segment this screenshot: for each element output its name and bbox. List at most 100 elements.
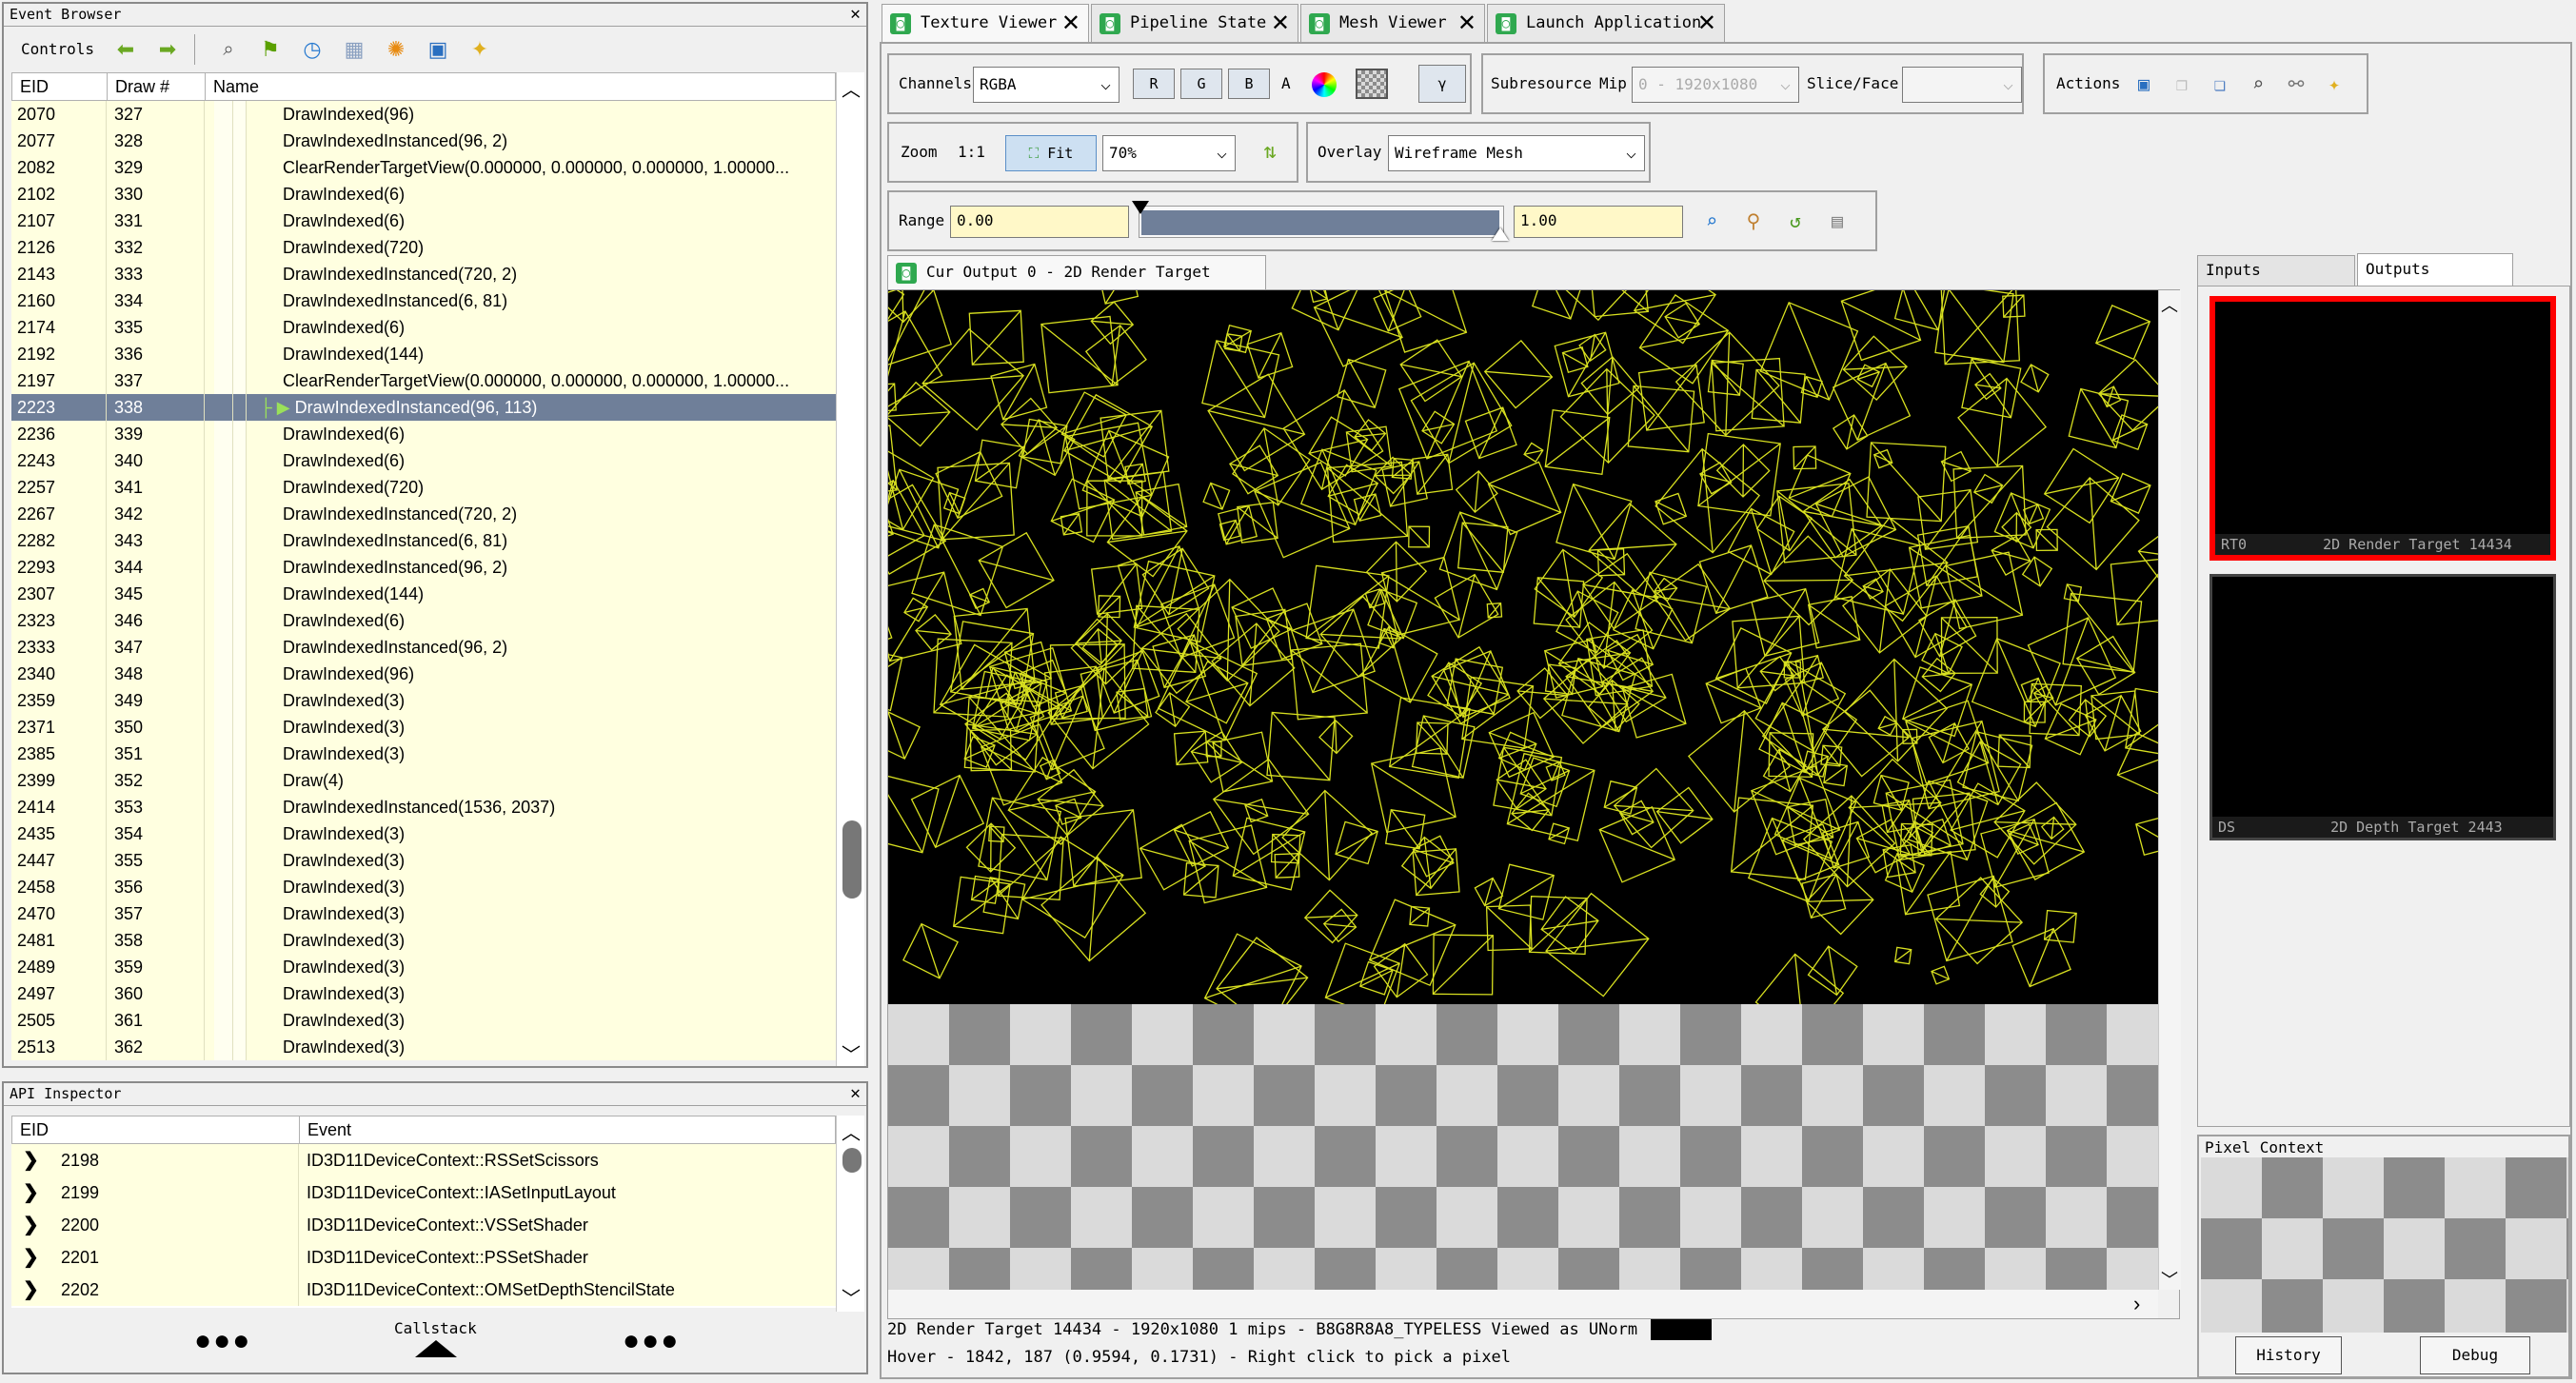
close-icon[interactable]: ✕ (850, 5, 861, 24)
table-row[interactable]: 2174 335 DrawIndexed(6) (11, 314, 836, 341)
tab-pipeline-state[interactable]: ◙ Pipeline State ✕ (1091, 4, 1298, 42)
channels-select[interactable]: RGBA ⌵ (973, 67, 1120, 103)
blue-channel-toggle[interactable]: B (1228, 69, 1270, 99)
rt0-thumbnail[interactable]: RT0 2D Render Target 14434 (2209, 296, 2556, 561)
timer-clock-icon[interactable]: ◷ (295, 32, 329, 67)
table-row[interactable]: 2282 343 DrawIndexedInstanced(6, 81) (11, 527, 836, 554)
scroll-up-icon[interactable]: ︿ (842, 1117, 861, 1145)
table-row[interactable]: ❯ 2200 ID3D11DeviceContext::VSSetShader (11, 1209, 836, 1241)
table-row[interactable]: 2458 356 DrawIndexed(3) (11, 874, 836, 900)
api-event-column-header[interactable]: Event (300, 1116, 835, 1143)
link-icon[interactable]: ⚯ (2279, 67, 2313, 101)
table-row[interactable]: 2505 361 DrawIndexed(3) (11, 1007, 836, 1034)
table-row[interactable]: 2070 327 DrawIndexed(96) (11, 101, 836, 128)
table-row[interactable]: 2323 346 DrawIndexed(6) (11, 607, 836, 634)
api-eid-column-header[interactable]: EID (12, 1116, 300, 1143)
color-wheel-icon[interactable] (1312, 72, 1337, 97)
table-row[interactable]: ❯ 2202 ID3D11DeviceContext::OMSetDepthSten… (11, 1274, 836, 1306)
close-icon[interactable]: ✕ (1457, 5, 1476, 41)
eid-column-header[interactable]: EID (12, 73, 108, 100)
zoom-magnifier-icon[interactable]: ⌕ (1694, 204, 1729, 238)
save-disk-icon[interactable]: ▣ (2127, 67, 2161, 101)
range-max-handle[interactable] (1492, 227, 1509, 241)
table-row[interactable]: 2447 355 DrawIndexed(3) (11, 847, 836, 874)
scroll-right-icon[interactable]: › (2133, 1292, 2140, 1316)
bookmark-flag-icon[interactable]: ⚑ (253, 32, 287, 67)
checkerboard-icon[interactable] (1356, 69, 1388, 99)
open-file-icon[interactable]: ❏ (2203, 67, 2237, 101)
alpha-channel-toggle[interactable]: A (1281, 74, 1291, 93)
table-row[interactable]: 2082 329 ClearRenderTargetView(0.000000, 0… (11, 154, 836, 181)
debug-button[interactable]: Debug (2420, 1336, 2530, 1374)
puzzle-plugin-icon[interactable]: ✦ (463, 32, 497, 67)
table-row[interactable]: 2399 352 Draw(4) (11, 767, 836, 794)
table-row[interactable]: 2126 332 DrawIndexed(720) (11, 234, 836, 261)
table-row[interactable]: 2143 333 DrawIndexedInstanced(720, 2) (11, 261, 836, 287)
table-row[interactable]: 2197 337 ClearRenderTargetView(0.000000, 0… (11, 367, 836, 394)
event-table-scrollbar[interactable]: ︿ ﹀ (836, 72, 864, 1066)
table-row[interactable]: 2107 331 DrawIndexed(6) (11, 207, 836, 234)
table-row[interactable]: 2077 328 DrawIndexedInstanced(96, 2) (11, 128, 836, 154)
expand-chevron-icon[interactable]: ❯ (11, 1241, 50, 1274)
red-channel-toggle[interactable]: R (1133, 69, 1175, 99)
table-row[interactable]: 2102 330 DrawIndexed(6) (11, 181, 836, 207)
api-table-scrollbar[interactable]: ︿ ﹀ (836, 1116, 864, 1312)
more-dots-icon[interactable]: ●●● (194, 1325, 251, 1357)
copy-icon[interactable]: ❐ (2165, 67, 2199, 101)
close-icon[interactable]: ✕ (1271, 5, 1290, 41)
table-row[interactable]: 2307 345 DrawIndexed(144) (11, 581, 836, 607)
viewport-vertical-scrollbar[interactable]: ︿ ﹀ (2158, 290, 2181, 1290)
tab-mesh-viewer[interactable]: ◙ Mesh Viewer ✕ (1300, 4, 1485, 42)
history-button[interactable]: History (2235, 1336, 2342, 1374)
puzzle-plugin-icon[interactable]: ✦ (2317, 67, 2351, 101)
table-row[interactable]: 2333 347 DrawIndexedInstanced(96, 2) (11, 634, 836, 661)
scroll-down-icon[interactable]: ﹀ (842, 1283, 861, 1311)
find-binoculars-icon[interactable]: ⌕ (211, 32, 246, 67)
table-row[interactable]: 2267 342 DrawIndexedInstanced(720, 2) (11, 501, 836, 527)
expand-chevron-icon[interactable]: ❯ (11, 1274, 50, 1306)
table-row[interactable]: 2470 357 DrawIndexed(3) (11, 900, 836, 927)
table-row[interactable]: 2293 344 DrawIndexedInstanced(96, 2) (11, 554, 836, 581)
scroll-down-icon[interactable]: ﹀ (842, 1039, 861, 1067)
expand-chevron-icon[interactable]: ❯ (11, 1209, 50, 1241)
back-arrow-icon[interactable]: ⬅ (109, 32, 143, 67)
scroll-up-icon[interactable]: ︿ (2161, 292, 2178, 317)
range-max-input[interactable]: 1.00 (1514, 206, 1683, 238)
table-row[interactable]: 2497 360 DrawIndexed(3) (11, 980, 836, 1007)
overlay-select[interactable]: Wireframe Mesh ⌵ (1388, 135, 1645, 171)
wireframe-render-target[interactable] (888, 290, 2158, 1004)
range-min-input[interactable]: 0.00 (950, 206, 1129, 238)
table-row[interactable]: 2435 354 DrawIndexed(3) (11, 820, 836, 847)
table-row[interactable]: 2371 350 DrawIndexed(3) (11, 714, 836, 741)
tab-launch-application[interactable]: ◙ Launch Application ✕ (1487, 4, 1725, 42)
table-row[interactable]: ❯ 2198 ID3D11DeviceContext::RSSetScissors (11, 1144, 836, 1176)
table-row[interactable]: 2340 348 DrawIndexed(96) (11, 661, 836, 687)
save-disk-icon[interactable]: ▣ (421, 32, 455, 67)
ds-thumbnail[interactable]: DS 2D Depth Target 2443 (2209, 574, 2556, 840)
close-icon[interactable]: ✕ (1697, 5, 1716, 41)
table-row[interactable]: 2160 334 DrawIndexedInstanced(6, 81) (11, 287, 836, 314)
zoom-select[interactable]: 70% ⌵ (1102, 135, 1236, 171)
table-row[interactable]: ❯ 2199 ID3D11DeviceContext::IASetInputLayo… (11, 1176, 836, 1209)
scroll-down-icon[interactable]: ﹀ (2161, 1267, 2178, 1292)
table-row[interactable]: 2243 340 DrawIndexed(6) (11, 447, 836, 474)
settings-gear-icon[interactable]: ✺ (379, 32, 413, 67)
zoom-ratio-button[interactable]: 1:1 (958, 143, 985, 162)
chart-icon[interactable]: ▦ (337, 32, 371, 67)
close-icon[interactable]: ✕ (850, 1084, 861, 1103)
range-min-handle[interactable] (1132, 201, 1149, 214)
inputs-tab[interactable]: Inputs (2197, 255, 2355, 286)
table-row[interactable]: ❯ 2201 ID3D11DeviceContext::PSSetShader (11, 1241, 836, 1274)
table-row[interactable]: 2481 358 DrawIndexed(3) (11, 927, 836, 954)
table-row[interactable]: 2414 353 DrawIndexedInstanced(1536, 2037) (11, 794, 836, 820)
reset-undo-icon[interactable]: ↺ (1778, 204, 1813, 238)
pixel-context-preview[interactable] (2201, 1157, 2568, 1333)
range-slider[interactable] (1132, 201, 1509, 241)
scroll-thumb[interactable] (842, 820, 862, 899)
table-row[interactable]: 2192 336 DrawIndexed(144) (11, 341, 836, 367)
scroll-thumb[interactable] (842, 1148, 862, 1173)
scroll-up-icon[interactable]: ︿ (842, 74, 861, 102)
table-row[interactable]: 2223 338 ├ ▶ DrawIndexedInstanced(96, 113) (11, 394, 836, 421)
tab-cur-output[interactable]: ◙ Cur Output 0 - 2D Render Target 14434 (887, 255, 1266, 313)
texture-viewport[interactable]: ︿ ﹀ › (887, 289, 2181, 1319)
